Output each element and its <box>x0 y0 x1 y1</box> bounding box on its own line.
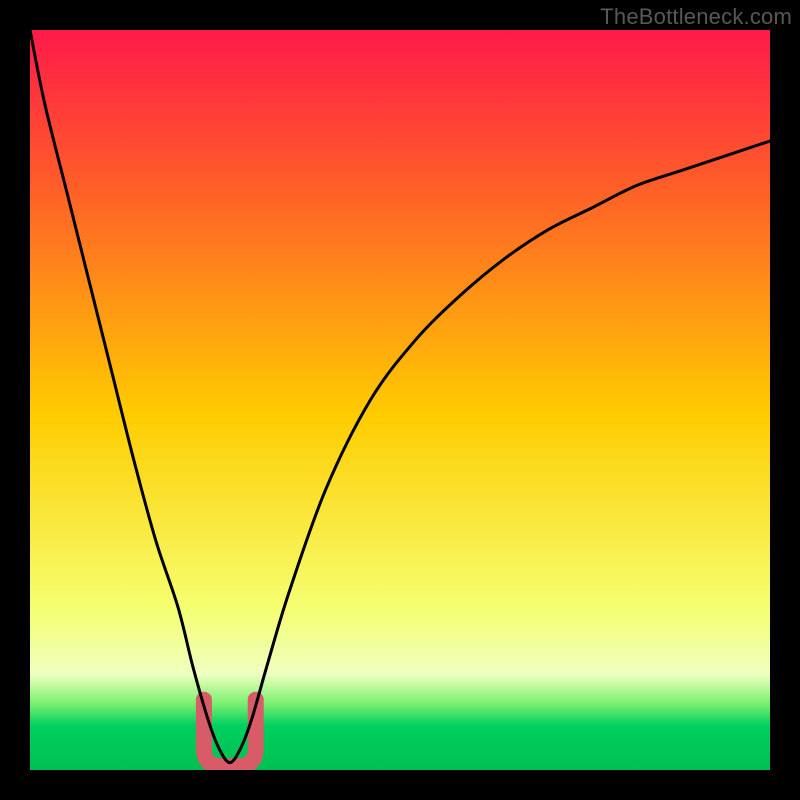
watermark-text: TheBottleneck.com <box>600 4 792 30</box>
bottleneck-chart <box>30 30 770 770</box>
gradient-rect <box>30 30 770 770</box>
